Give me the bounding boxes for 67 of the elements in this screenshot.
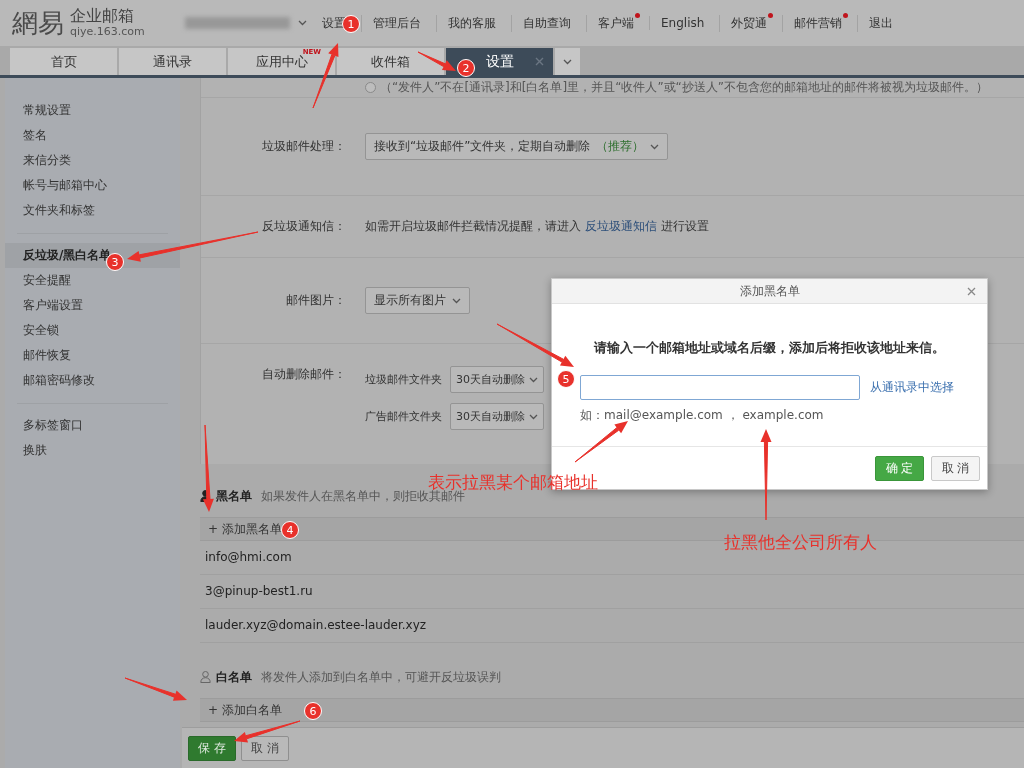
setting-label: 反垃圾通知信： xyxy=(261,218,346,235)
example-text: 如：mail@example.com ， example.com xyxy=(579,407,825,424)
sidebar-item[interactable]: 文件夹和标签 xyxy=(5,198,180,223)
setting-label: 邮件图片： xyxy=(285,292,346,309)
annotation-arrow xyxy=(574,421,628,463)
cancel-button[interactable]: 取 消 xyxy=(241,735,289,761)
caret-icon xyxy=(650,143,660,150)
logo-mark: 網易 xyxy=(12,6,64,40)
nav-link[interactable]: 邮件营销 xyxy=(782,14,849,32)
list-hint: 将发件人添加到白名单中，可避开反垃圾误判 xyxy=(261,668,501,686)
list-title: 黑名单 xyxy=(216,487,252,505)
cancel-button[interactable]: 取 消 xyxy=(931,455,980,481)
sidebar-item[interactable]: 多标签窗口 xyxy=(5,413,180,438)
nav-link[interactable]: 退出 xyxy=(857,14,894,32)
option-text: （“发件人”不在[通讯录]和[白名单]里，并且“收件人”或“抄送人”不包含您的邮箱地址的邮件将被视为垃圾邮件。） xyxy=(380,79,989,96)
list-entry: 3@pinup-best1.ru xyxy=(200,575,1024,609)
sidebar-item[interactable]: 安全锁 xyxy=(5,318,180,343)
dropdown[interactable]: 30天自动删除 xyxy=(450,403,544,430)
tab[interactable]: 收件箱 xyxy=(337,48,444,75)
pick-contact-link[interactable]: 从通讯录中选择 xyxy=(870,379,954,396)
nav-link[interactable]: 外贸通 xyxy=(719,14,774,32)
caret-icon xyxy=(529,413,538,420)
annotation-arrow xyxy=(417,51,456,71)
logo-domain: qiye.163.com xyxy=(70,25,145,39)
radio-button[interactable] xyxy=(365,82,376,93)
annotation-arrow xyxy=(124,677,187,701)
dialog-title: 添加黑名单 xyxy=(739,282,800,300)
close-icon[interactable] xyxy=(967,287,976,296)
dropdown[interactable]: 显示所有图片 xyxy=(365,287,470,314)
dialog-prompt: 请输入一个邮箱地址或域名后缀，添加后将拒收该地址来信。 xyxy=(592,339,946,357)
nav-link[interactable]: 客户端 xyxy=(586,14,640,32)
email-input[interactable] xyxy=(580,375,860,400)
dropdown[interactable]: 30天自动删除 xyxy=(450,366,544,393)
person-icon xyxy=(200,671,211,683)
logo-title: 企业邮箱 xyxy=(70,7,135,26)
notice-text: 如需开启垃圾邮件拦截情况提醒，请进入 反垃圾通知信 进行设置 xyxy=(365,218,709,235)
sidebar-item[interactable]: 帐号与邮箱中心 xyxy=(5,173,180,198)
sidebar-item[interactable]: 签名 xyxy=(5,123,180,148)
caret-icon xyxy=(298,20,307,26)
setting-label: 垃圾邮件处理： xyxy=(261,138,346,155)
save-button[interactable]: 保 存 xyxy=(188,735,236,761)
notice-link[interactable]: 反垃圾通知信 xyxy=(584,219,657,233)
sidebar-item[interactable]: 邮箱密码修改 xyxy=(5,368,180,393)
tab[interactable]: 通讯录 xyxy=(119,48,226,75)
folder-label: 广告邮件文件夹 xyxy=(365,409,442,424)
sidebar-item[interactable]: 常规设置 xyxy=(5,98,180,123)
folder-label: 垃圾邮件文件夹 xyxy=(365,372,442,387)
nav-link[interactable]: 我的客服 xyxy=(436,14,496,32)
sidebar-item[interactable]: 来信分类 xyxy=(5,148,180,173)
caret-icon xyxy=(452,297,461,304)
setting-label: 自动删除邮件： xyxy=(261,366,346,383)
sidebar-item[interactable]: 安全提醒 xyxy=(5,268,180,293)
tab[interactable]: 首页 xyxy=(10,48,117,75)
caret-icon xyxy=(529,376,538,383)
close-icon[interactable] xyxy=(535,57,544,66)
sidebar-item[interactable]: 换肤 xyxy=(5,438,180,463)
nav-link[interactable]: 自助查询 xyxy=(511,14,571,32)
caret-icon xyxy=(563,58,572,65)
dropdown[interactable]: 接收到“垃圾邮件”文件夹，定期自动删除 （推荐） xyxy=(365,133,669,160)
list-entry: lauder.xyz@domain.estee-lauder.xyz xyxy=(200,609,1024,643)
sidebar-item[interactable]: 邮件恢复 xyxy=(5,343,180,368)
annotation-arrow xyxy=(234,720,301,743)
tab-menu-button[interactable] xyxy=(555,48,580,75)
nav-link[interactable]: English xyxy=(649,16,705,30)
nav-link[interactable]: 管理后台 xyxy=(361,14,421,32)
list-title: 白名单 xyxy=(216,668,252,686)
sidebar-item[interactable]: 客户端设置 xyxy=(5,293,180,318)
